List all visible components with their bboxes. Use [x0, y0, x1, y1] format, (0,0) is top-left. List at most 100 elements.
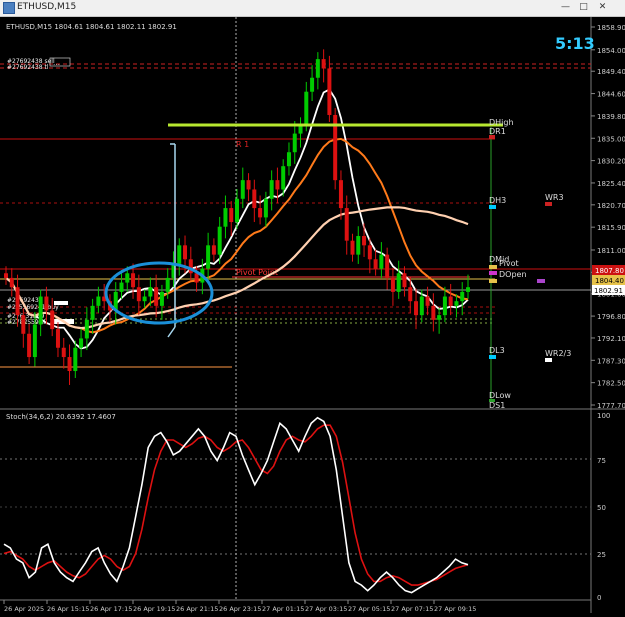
candle-body [292, 133, 297, 153]
trade-label-tl[interactable]: #27692438 tl [7, 64, 49, 71]
bar-countdown: 5:13 [555, 34, 595, 53]
candle-body [217, 226, 222, 255]
candle-body [437, 315, 442, 320]
dr1-label: DR1 [489, 127, 506, 136]
price-axis-label: 1844.60 [597, 91, 625, 99]
candle-body [96, 296, 101, 306]
time-axis-label: 27 Apr 09:15 [434, 605, 476, 613]
candle-body [454, 301, 459, 306]
price-tag-yellow-text: 1804.40 [595, 277, 624, 285]
candle-body [183, 245, 188, 260]
price-axis-label: 1782.50 [597, 380, 625, 388]
price-axis-label: 1830.20 [597, 158, 625, 166]
candle-body [338, 180, 343, 209]
candle-body [379, 254, 384, 269]
order-label-2[interactable]: #2_5569241 buy [7, 304, 59, 311]
time-axis-label: 26 Apr 2025 [4, 605, 44, 613]
price-chart[interactable]: ETHUSD,M15 1804.61 1804.61 1802.11 1802.… [0, 17, 625, 613]
time-axis-label: 27 Apr 03:15 [305, 605, 347, 613]
candle-body [246, 180, 251, 190]
candle-body [263, 198, 268, 218]
candle-body [310, 77, 315, 92]
maximize-button[interactable]: □ [576, 2, 591, 13]
price-axis-label: 1777.70 [597, 402, 625, 410]
candle-body [119, 282, 124, 292]
candle-body [350, 240, 355, 255]
window-title: ETHUSD,M15 [17, 2, 77, 12]
candle-body [362, 236, 367, 246]
minimize-button[interactable]: — [558, 2, 573, 13]
candle-body [223, 208, 228, 227]
candle-body [131, 273, 136, 288]
candle-body [206, 245, 211, 269]
candle-body [315, 59, 320, 78]
pivot-point-label: Pivot Point [236, 268, 278, 277]
dlow-label: DLow [489, 391, 511, 400]
time-axis-label: 26 Apr 21:15 [176, 605, 218, 613]
candle-body [466, 287, 470, 292]
candle-body [38, 296, 43, 325]
candle-body [269, 180, 274, 199]
candle-body [177, 245, 182, 264]
price-axis-label: 1787.30 [597, 357, 625, 365]
candle-body [327, 68, 332, 115]
candle-body [44, 296, 49, 311]
candle-body [90, 305, 95, 320]
candle-body [159, 291, 164, 306]
candle-body [414, 301, 419, 316]
time-axis-label: 26 Apr 23:15 [219, 605, 261, 613]
stoch-axis-75: 75 [597, 457, 606, 465]
candle-body [304, 91, 309, 125]
order-marker-1[interactable] [54, 301, 68, 305]
candle-body [79, 338, 84, 348]
candle-body [136, 287, 141, 302]
candle-body [125, 273, 130, 283]
chart-area[interactable]: ETHUSD,M15 1804.61 1804.61 1802.11 1802.… [0, 17, 625, 613]
price-axis-label: 1815.90 [597, 224, 625, 232]
candle-body [419, 296, 424, 316]
price-axis-label: 1858.90 [597, 24, 625, 32]
candle-body [408, 287, 413, 302]
candle-body [344, 208, 349, 241]
chart-window-icon [3, 2, 15, 14]
candle-body [425, 296, 430, 306]
price-axis-label: 1811.00 [597, 247, 625, 255]
close-button[interactable]: ✕ [595, 2, 610, 13]
dl3-label: DL3 [489, 346, 505, 355]
candle-body [32, 324, 37, 358]
price-axis-label: 1825.40 [597, 180, 625, 188]
current-price-text: 1802.91 [594, 287, 623, 295]
price-axis-label: 1839.80 [597, 113, 625, 121]
pivot-label: Pivot [499, 259, 519, 268]
candle-body [148, 287, 153, 297]
time-axis-label: 27 Apr 01:15 [262, 605, 304, 613]
candle-body [142, 296, 147, 302]
wr23-label: WR2/3 [545, 349, 571, 358]
candle-body [61, 347, 66, 358]
r1-label: R 1 [236, 140, 249, 149]
stoch-axis-0: 0 [597, 594, 601, 602]
candle-body [281, 166, 286, 190]
candle-body [240, 180, 245, 199]
candle-body [9, 277, 14, 288]
candle-body [50, 310, 55, 330]
candle-body [321, 59, 326, 69]
price-axis-label: 1796.80 [597, 313, 625, 321]
ds1-label: DS1 [489, 401, 505, 410]
trade-close-ellipsis[interactable]: … [53, 59, 60, 67]
candle-body [367, 245, 372, 260]
candle-body [396, 273, 401, 292]
price-axis-label: 1835.00 [597, 135, 625, 143]
price-axis-label: 1820.70 [597, 202, 625, 210]
candle-body [235, 198, 239, 223]
candle-body [194, 273, 199, 283]
wr3-label: WR3 [545, 193, 564, 202]
price-axis-label: 1854.00 [597, 47, 625, 55]
candle-body [4, 273, 8, 278]
dopen-label: DOpen [499, 270, 527, 279]
candle-body [258, 208, 263, 218]
candle-body [73, 347, 78, 372]
time-axis-label: 26 Apr 19:15 [133, 605, 175, 613]
time-axis-label: 26 Apr 15:15 [47, 605, 89, 613]
candle-body [55, 329, 60, 348]
